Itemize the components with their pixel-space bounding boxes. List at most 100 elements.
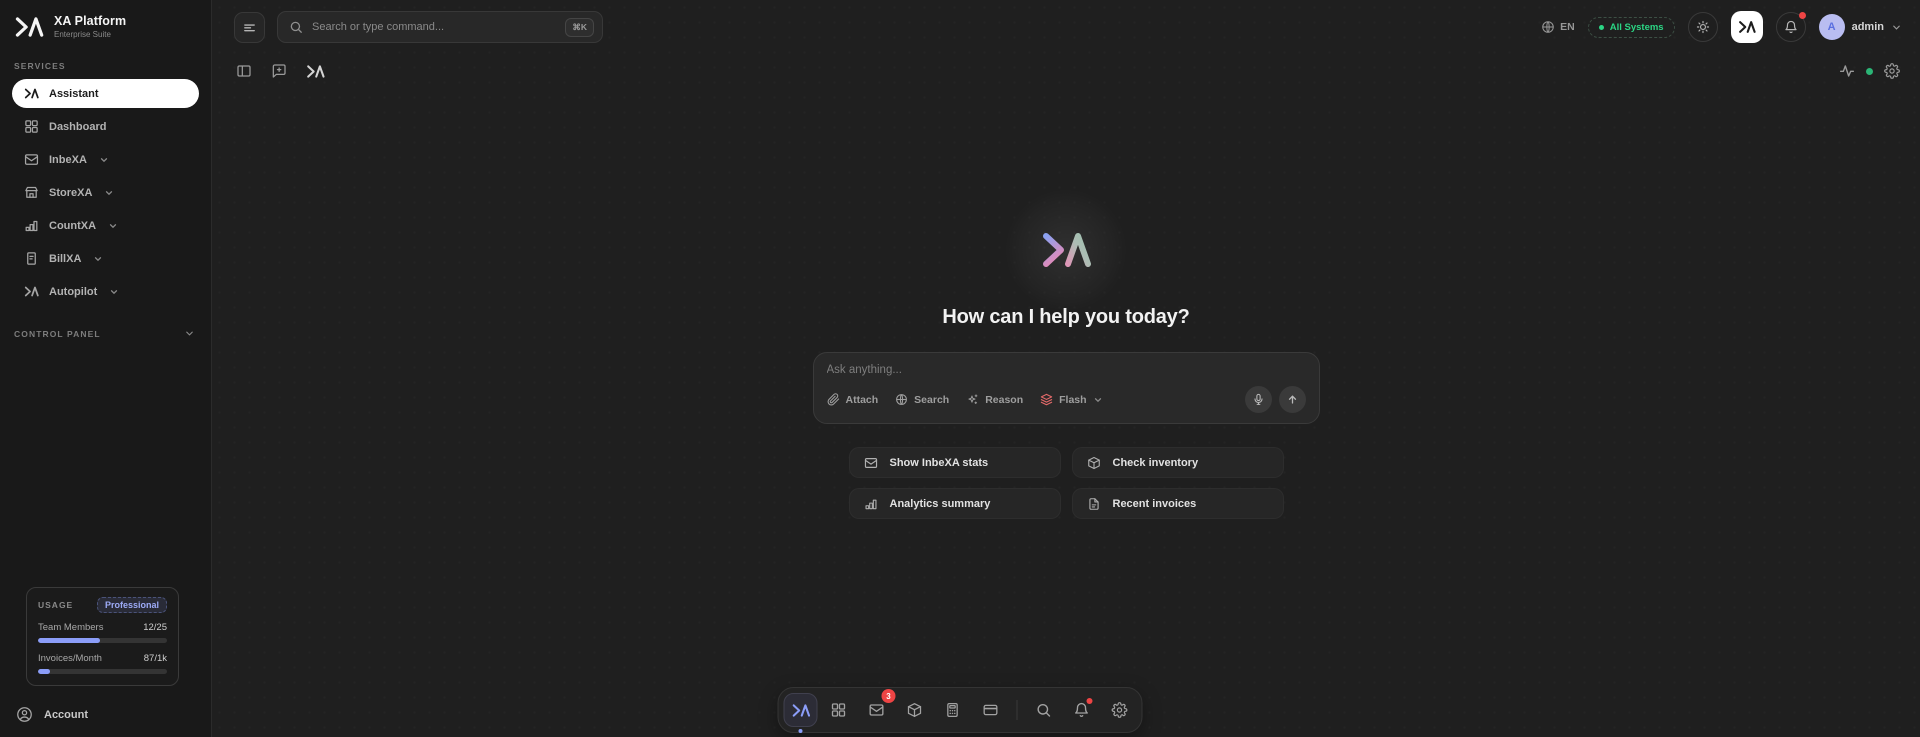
gear-icon bbox=[1111, 702, 1128, 718]
web-search-button[interactable]: Search bbox=[895, 393, 949, 406]
dock-dashboard[interactable] bbox=[822, 693, 856, 727]
status-label: All Systems bbox=[1609, 21, 1664, 33]
suggestion-inbexa-stats[interactable]: Show InbeXA stats bbox=[848, 447, 1061, 478]
storefront-icon bbox=[25, 186, 38, 198]
dock-assistant[interactable] bbox=[783, 693, 818, 733]
chevron-down-icon bbox=[1893, 25, 1900, 30]
chevron-down-icon bbox=[109, 223, 117, 228]
system-status-badge[interactable]: All Systems bbox=[1587, 16, 1675, 38]
xa-logo-icon bbox=[307, 64, 325, 78]
xa-logo-icon bbox=[15, 16, 44, 37]
search-input[interactable] bbox=[312, 21, 557, 33]
progress-fill bbox=[38, 638, 100, 643]
receipt-icon bbox=[27, 252, 36, 265]
dock-billing[interactable] bbox=[974, 693, 1008, 727]
bell-icon bbox=[1075, 702, 1088, 717]
suggestion-check-inventory[interactable]: Check inventory bbox=[1071, 447, 1284, 478]
prompt-input[interactable] bbox=[826, 364, 1306, 376]
file-icon bbox=[1088, 497, 1099, 510]
app-dock: 3 bbox=[777, 687, 1143, 733]
new-chat-icon bbox=[272, 64, 286, 78]
dock-inventory[interactable] bbox=[898, 693, 932, 727]
menu-toggle-button[interactable] bbox=[234, 11, 265, 43]
top-header: ⌘K EN All Systems A admin bbox=[212, 0, 1920, 54]
brand-name: XA Platform bbox=[54, 14, 127, 28]
online-status-dot bbox=[1866, 67, 1873, 75]
xa-logo-icon bbox=[792, 703, 810, 717]
globe-icon bbox=[896, 394, 908, 405]
sidebar-item-label: StoreXA bbox=[49, 186, 93, 199]
attach-label: Attach bbox=[845, 393, 879, 406]
reason-button[interactable]: Reason bbox=[966, 393, 1023, 406]
reason-label: Reason bbox=[985, 393, 1024, 406]
metric-value: 87/1k bbox=[143, 653, 167, 664]
chevron-down-icon bbox=[186, 331, 193, 336]
account-button[interactable]: Account bbox=[12, 700, 199, 727]
model-selector[interactable]: Flash bbox=[1040, 393, 1102, 406]
suggestion-label: Show InbeXA stats bbox=[889, 456, 989, 469]
xa-logo-icon bbox=[24, 286, 39, 297]
suggestion-recent-invoices[interactable]: Recent invoices bbox=[1071, 488, 1284, 519]
attach-button[interactable]: Attach bbox=[827, 393, 879, 406]
usage-panel: USAGE Professional Team Members 12/25 In… bbox=[26, 587, 179, 686]
dock-mail[interactable]: 3 bbox=[860, 689, 896, 727]
bar-chart-icon bbox=[25, 220, 38, 232]
command-search[interactable]: ⌘K bbox=[277, 11, 603, 43]
xa-logo-icon bbox=[1738, 21, 1756, 33]
hamburger-icon bbox=[244, 23, 255, 31]
search-icon bbox=[290, 21, 302, 33]
layers-icon bbox=[1040, 393, 1053, 406]
dock-search[interactable] bbox=[1027, 693, 1061, 727]
user-circle-icon bbox=[17, 707, 32, 722]
prompt-composer[interactable]: Attach Search Reason Flash bbox=[812, 352, 1320, 424]
sidebar-item-label: Autopilot bbox=[49, 285, 98, 298]
user-menu[interactable]: A admin bbox=[1818, 14, 1902, 40]
theme-toggle-button[interactable] bbox=[1687, 12, 1718, 42]
suggestion-label: Recent invoices bbox=[1112, 497, 1197, 510]
sidebar-item-autopilot[interactable]: Autopilot bbox=[12, 277, 199, 306]
sun-icon bbox=[1696, 20, 1709, 34]
brand-subtitle: Enterprise Suite bbox=[54, 30, 111, 39]
dock-notifications[interactable] bbox=[1065, 693, 1099, 727]
xa-quick-button[interactable] bbox=[1730, 11, 1763, 43]
sidebar-item-countxa[interactable]: CountXA bbox=[12, 211, 199, 240]
assistant-settings-button[interactable] bbox=[1884, 63, 1900, 79]
keyboard-shortcut-badge: ⌘K bbox=[565, 17, 594, 37]
metric-label: Invoices/Month bbox=[38, 653, 102, 664]
activity-button[interactable] bbox=[1839, 63, 1855, 79]
control-panel-section[interactable]: CONTROL PANEL bbox=[12, 320, 199, 347]
voice-input-button[interactable] bbox=[1244, 386, 1272, 413]
sidebar-item-inbexa[interactable]: InbeXA bbox=[12, 145, 199, 174]
sidebar-item-storexa[interactable]: StoreXA bbox=[12, 178, 199, 207]
notifications-button[interactable] bbox=[1775, 12, 1806, 42]
chevron-down-icon bbox=[111, 289, 118, 294]
chevron-down-icon bbox=[106, 190, 113, 195]
sidebar-item-assistant[interactable]: Assistant bbox=[12, 79, 199, 108]
suggestion-analytics-summary[interactable]: Analytics summary bbox=[848, 488, 1061, 519]
dock-calculator[interactable] bbox=[936, 693, 970, 727]
search-icon bbox=[1037, 703, 1051, 717]
language-label: EN bbox=[1560, 21, 1575, 33]
mail-icon bbox=[864, 457, 877, 468]
send-button[interactable] bbox=[1278, 386, 1306, 413]
sidebar-item-label: Assistant bbox=[49, 87, 99, 100]
notification-dot bbox=[1798, 12, 1806, 19]
panel-toggle-button[interactable] bbox=[236, 63, 252, 79]
microphone-icon bbox=[1253, 393, 1263, 405]
dock-settings[interactable] bbox=[1103, 693, 1137, 727]
assistant-brand-button[interactable] bbox=[306, 64, 325, 79]
sidebar-item-dashboard[interactable]: Dashboard bbox=[12, 112, 199, 141]
chevron-down-icon bbox=[100, 157, 108, 162]
mail-icon bbox=[24, 154, 39, 165]
suggestion-label: Check inventory bbox=[1112, 456, 1199, 469]
usage-title: USAGE bbox=[38, 600, 74, 610]
xa-logo-icon bbox=[24, 88, 39, 99]
search-label: Search bbox=[914, 393, 950, 406]
sidebar-item-billxa[interactable]: BillXA bbox=[12, 244, 199, 273]
new-chat-button[interactable] bbox=[271, 63, 287, 79]
language-selector[interactable]: EN bbox=[1541, 20, 1575, 34]
services-section-label: SERVICES bbox=[14, 61, 66, 71]
brand: XA Platform Enterprise Suite bbox=[12, 12, 199, 53]
metric-value: 12/25 bbox=[143, 622, 167, 633]
account-label: Account bbox=[44, 708, 88, 721]
